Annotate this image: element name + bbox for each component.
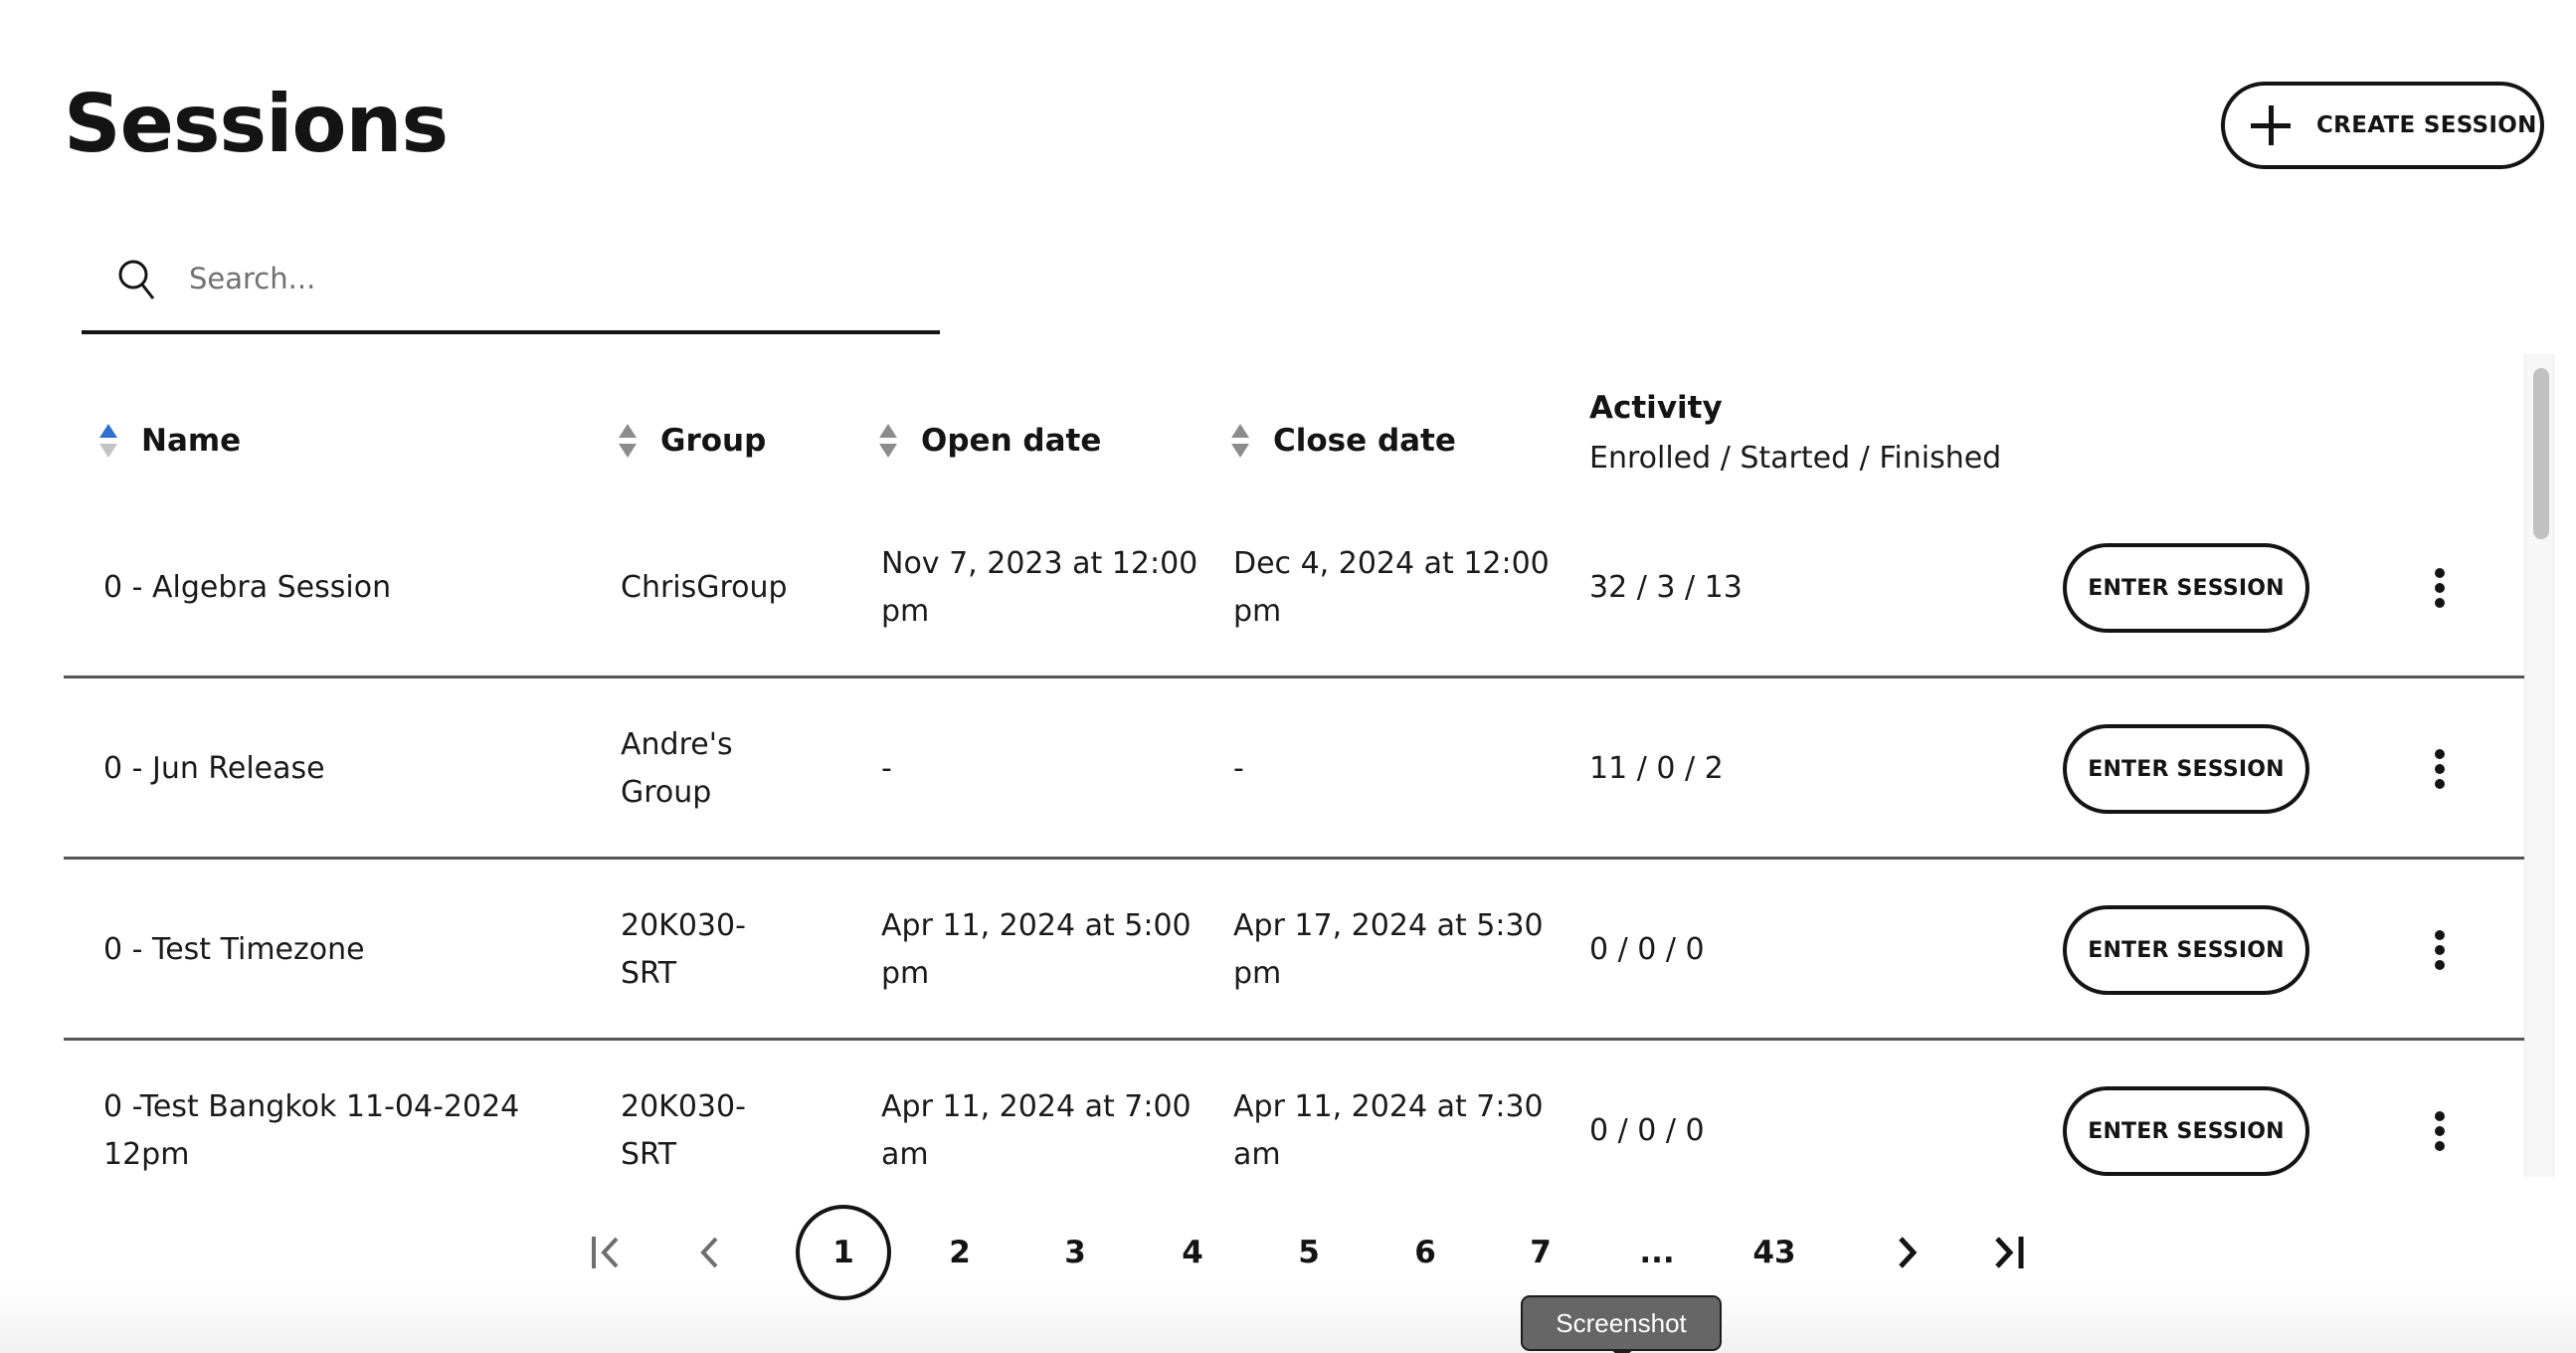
- table-row: 0 -Test Bangkok 11-04-2024 12pm 20K030-S…: [64, 1041, 2524, 1177]
- column-header-activity: Activity Enrolled / Started / Finished: [1589, 386, 2001, 487]
- previous-page-button[interactable]: [680, 1205, 740, 1300]
- enter-session-button[interactable]: ENTER SESSION: [2063, 724, 2309, 814]
- scrollbar-thumb[interactable]: [2533, 368, 2549, 539]
- table-scrollbar[interactable]: [2524, 354, 2554, 1177]
- sort-ascending-icon: [99, 424, 117, 458]
- sort-icon: [619, 424, 637, 458]
- enter-session-button[interactable]: ENTER SESSION: [2063, 1086, 2309, 1176]
- column-header-group-label: Group: [660, 423, 767, 459]
- plus-icon: [2251, 105, 2291, 145]
- session-group: 20K030-SRT: [621, 1089, 746, 1172]
- session-activity: 11 / 0 / 2: [1589, 751, 1724, 786]
- column-header-close-date-label: Close date: [1273, 423, 1456, 459]
- column-header-name[interactable]: Name: [99, 416, 241, 466]
- page-button[interactable]: 43: [1727, 1205, 1822, 1300]
- screenshot-tooltip: Screenshot: [1521, 1295, 1722, 1353]
- page-button[interactable]: 2: [912, 1205, 1008, 1300]
- column-header-open-date-label: Open date: [921, 423, 1102, 459]
- create-session-button[interactable]: CREATE SESSION: [2221, 82, 2544, 169]
- sessions-table: Name Group Open date Close date Activity…: [64, 354, 2524, 1177]
- column-header-close-date[interactable]: Close date: [1231, 416, 1456, 466]
- page-title: Sessions: [64, 78, 449, 170]
- search-icon: [115, 257, 159, 300]
- session-group: Andre's Group: [621, 727, 733, 810]
- column-header-activity-sublabel: Enrolled / Started / Finished: [1589, 441, 2002, 476]
- enter-session-button[interactable]: ENTER SESSION: [2063, 543, 2309, 633]
- sort-icon: [879, 424, 897, 458]
- first-page-icon: [587, 1231, 631, 1274]
- next-page-button[interactable]: [1878, 1205, 1937, 1300]
- last-page-button[interactable]: [1977, 1205, 2037, 1300]
- session-name: 0 - Test Timezone: [103, 932, 365, 967]
- chevron-right-icon: [1890, 1231, 1926, 1274]
- table-row: 0 - Algebra Session ChrisGroup Nov 7, 20…: [64, 497, 2524, 678]
- column-header-activity-label: Activity: [1589, 390, 1723, 426]
- page-button[interactable]: 4: [1145, 1205, 1240, 1300]
- more-options-icon[interactable]: [2425, 561, 2455, 615]
- session-open-date: Apr 11, 2024 at 5:00 pm: [881, 908, 1192, 991]
- page-ellipsis: ...: [1639, 1235, 1675, 1270]
- page-button[interactable]: 7: [1493, 1205, 1588, 1300]
- last-page-icon: [1985, 1231, 2029, 1274]
- table-row: 0 - Jun Release Andre's Group - - 11 / 0…: [64, 678, 2524, 860]
- column-header-name-label: Name: [141, 423, 242, 459]
- session-open-date: Apr 11, 2024 at 7:00 am: [881, 1089, 1192, 1172]
- session-name: 0 -Test Bangkok 11-04-2024 12pm: [103, 1089, 520, 1172]
- search-bar: [82, 239, 940, 334]
- session-activity: 0 / 0 / 0: [1589, 1113, 1705, 1148]
- table-row: 0 - Test Timezone 20K030-SRT Apr 11, 202…: [64, 860, 2524, 1041]
- search-input[interactable]: [189, 262, 885, 295]
- column-header-open-date[interactable]: Open date: [879, 416, 1101, 466]
- session-close-date: Dec 4, 2024 at 12:00 pm: [1233, 546, 1550, 629]
- page-button[interactable]: 3: [1027, 1205, 1123, 1300]
- page-button[interactable]: 5: [1261, 1205, 1357, 1300]
- table-header: Name Group Open date Close date Activity…: [64, 354, 2524, 503]
- page-button-current[interactable]: 1: [796, 1205, 891, 1300]
- more-options-icon[interactable]: [2425, 742, 2455, 796]
- create-session-label: CREATE SESSION: [2316, 112, 2537, 138]
- session-activity: 0 / 0 / 0: [1589, 932, 1705, 967]
- pagination: 1 2 3 4 5 6 7 ... 43: [0, 1205, 2576, 1300]
- more-options-icon[interactable]: [2425, 1104, 2455, 1158]
- first-page-button[interactable]: [579, 1205, 639, 1300]
- session-close-date: Apr 11, 2024 at 7:30 am: [1233, 1089, 1544, 1172]
- session-group: 20K030-SRT: [621, 908, 746, 991]
- session-open-date: Nov 7, 2023 at 12:00 pm: [881, 546, 1198, 629]
- session-activity: 32 / 3 / 13: [1589, 570, 1743, 605]
- session-group: ChrisGroup: [621, 570, 788, 605]
- session-name: 0 - Algebra Session: [103, 570, 392, 605]
- sessions-page: Sessions CREATE SESSION Name Group: [0, 0, 2576, 1353]
- session-open-date: -: [881, 751, 892, 786]
- session-name: 0 - Jun Release: [103, 751, 325, 786]
- sort-icon: [1231, 424, 1249, 458]
- enter-session-button[interactable]: ENTER SESSION: [2063, 905, 2309, 995]
- page-button[interactable]: 6: [1378, 1205, 1473, 1300]
- chevron-left-icon: [692, 1231, 728, 1274]
- column-header-group[interactable]: Group: [619, 416, 766, 466]
- session-close-date: -: [1233, 751, 1244, 786]
- session-close-date: Apr 17, 2024 at 5:30 pm: [1233, 908, 1544, 991]
- more-options-icon[interactable]: [2425, 923, 2455, 977]
